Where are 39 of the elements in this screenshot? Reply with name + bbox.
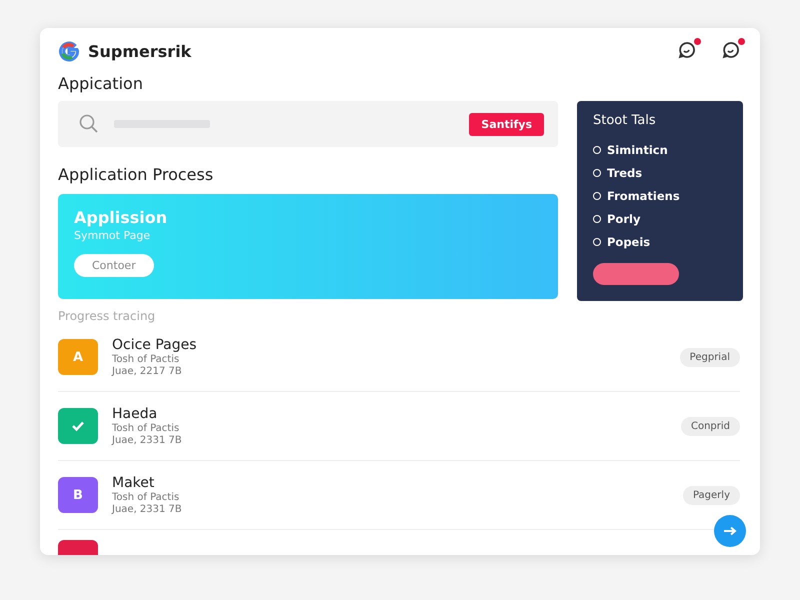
radio-icon[interactable] — [593, 238, 601, 246]
row-detail: Tosh of Pactis — [112, 423, 180, 434]
sidebar-item[interactable]: Fromatiens — [607, 188, 680, 202]
radio-icon[interactable] — [593, 146, 601, 154]
row-title: Ocice Pages — [112, 337, 197, 353]
status-badge: Conprid — [680, 416, 740, 436]
search-button[interactable]: Santifys — [469, 112, 544, 136]
app-icon: A — [58, 339, 98, 375]
arrow-icon — [723, 526, 737, 536]
status-badge: Pagerly — [682, 486, 740, 504]
hero-title: Applission — [74, 208, 168, 227]
sidebar-item[interactable]: Porly — [607, 212, 640, 226]
radio-icon[interactable] — [593, 168, 601, 176]
sidebar-item[interactable]: Siminticn — [607, 142, 668, 156]
search-field[interactable]: Santifys — [58, 101, 558, 147]
logo-icon — [58, 40, 80, 62]
app-icon: B — [58, 477, 98, 513]
sidebar-item[interactable]: Popeis — [607, 234, 650, 248]
hero-subtitle: Symmot Page — [74, 229, 152, 242]
radio-icon[interactable] — [593, 192, 601, 200]
app-title: Supmersrik — [88, 42, 192, 60]
row-date: Juae, 2331 7B — [112, 504, 182, 515]
sidebar-button[interactable] — [593, 263, 679, 285]
hero-button[interactable]: Contoer — [74, 254, 154, 277]
radio-icon[interactable] — [593, 214, 601, 222]
row-title: Maket — [112, 475, 156, 491]
sidebar-item[interactable]: Treds — [607, 166, 642, 180]
sidebar-title: Stoot Tals — [593, 113, 657, 128]
arrow-button[interactable] — [714, 515, 746, 547]
row-title: Haeda — [112, 406, 158, 422]
progress-title: Progress tracing — [58, 309, 156, 323]
row-detail: Tosh of Pactis — [112, 492, 180, 503]
row-date: Juae, 2217 7B — [112, 366, 183, 377]
status-badge: Pegprial — [680, 348, 740, 366]
section-title: Application Process — [58, 165, 214, 184]
row-date: Juae, 2331 7B — [112, 435, 182, 446]
search-icon — [78, 113, 100, 135]
row-detail: Tosh of Pactis — [112, 354, 180, 365]
page-title: Appication — [58, 74, 144, 93]
